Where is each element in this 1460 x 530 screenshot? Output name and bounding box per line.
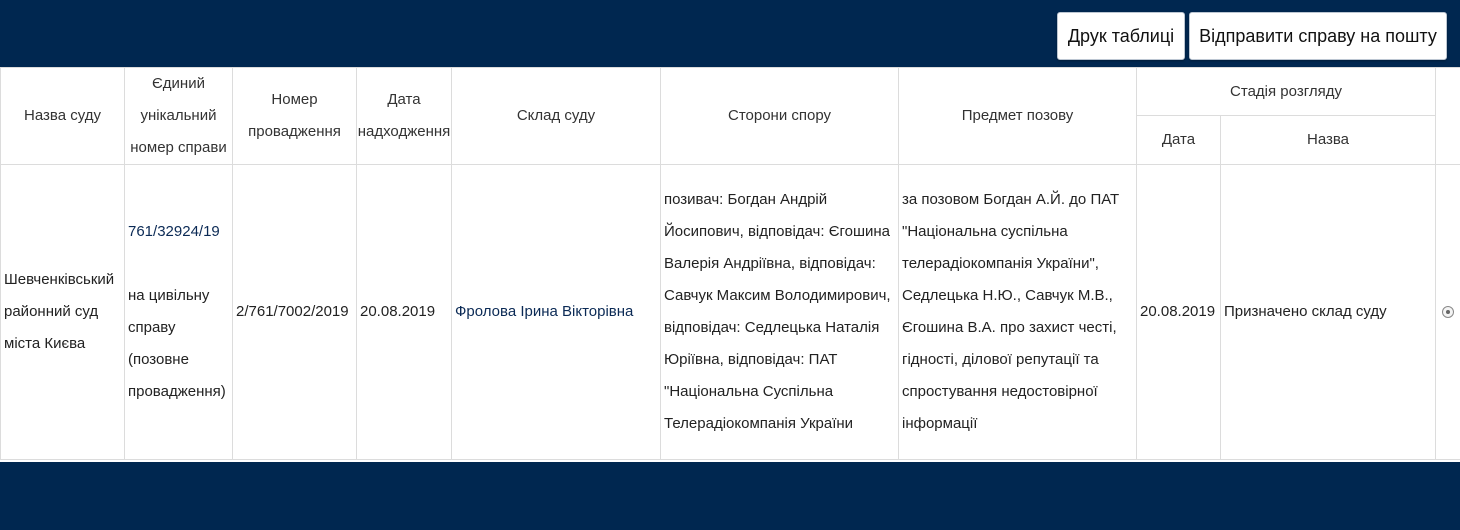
header-stage: Стадія розгляду [1135, 67, 1437, 116]
cell-subject: за позовом Богдан А.Й. до ПАТ "Національ… [898, 164, 1137, 460]
judges-link[interactable]: Фролова Ірина Вікторівна [455, 303, 633, 320]
header-stage-name: Назва [1219, 115, 1437, 165]
header-case-number: Єдиний унікальний номер справи [124, 67, 233, 165]
header-judges: Склад суду [451, 67, 661, 165]
cases-table: Назва суду Єдиний унікальний номер справ… [0, 67, 1460, 460]
cell-judges: Фролова Ірина Вікторівна [451, 164, 661, 460]
print-table-button[interactable]: Друк таблиці [1057, 12, 1185, 60]
cell-proceeding-number: 2/761/7002/2019 [232, 164, 357, 460]
cell-stage-name: Призначено склад суду [1219, 164, 1437, 460]
header-proceeding-number: Номер провадження [232, 67, 357, 165]
header-stage-date: Дата [1136, 115, 1221, 165]
header-received-date: Дата надходження [356, 67, 452, 165]
table-row[interactable]: Шевченківський районний суд міста Києва … [0, 164, 1460, 460]
header-court: Назва суду [0, 67, 125, 165]
cell-case-number: 761/32924/19 на цивільну справу (позовне… [124, 164, 233, 460]
header-select [1435, 67, 1460, 165]
send-case-email-button[interactable]: Відправити справу на пошту [1189, 12, 1447, 60]
row-select-radio[interactable] [1442, 306, 1455, 318]
header-parties: Сторони спору [660, 67, 899, 165]
case-number-link[interactable]: 761/32924/19 [128, 216, 229, 248]
footer-bar [0, 462, 1460, 530]
header-subject: Предмет позову [898, 67, 1137, 165]
cell-court: Шевченківський районний суд міста Києва [0, 164, 125, 460]
cell-select [1435, 164, 1460, 460]
table-header-row: Назва суду Єдиний унікальний номер справ… [0, 67, 1460, 165]
cell-received-date: 20.08.2019 [356, 164, 452, 460]
cell-parties: позивач: Богдан Андрій Йосипович, відпов… [660, 164, 899, 460]
cell-stage-date: 20.08.2019 [1136, 164, 1221, 460]
case-type-text: на цивільну справу (позовне провадження) [128, 287, 226, 400]
top-bar: Друк таблиці Відправити справу на пошту [0, 0, 1460, 67]
